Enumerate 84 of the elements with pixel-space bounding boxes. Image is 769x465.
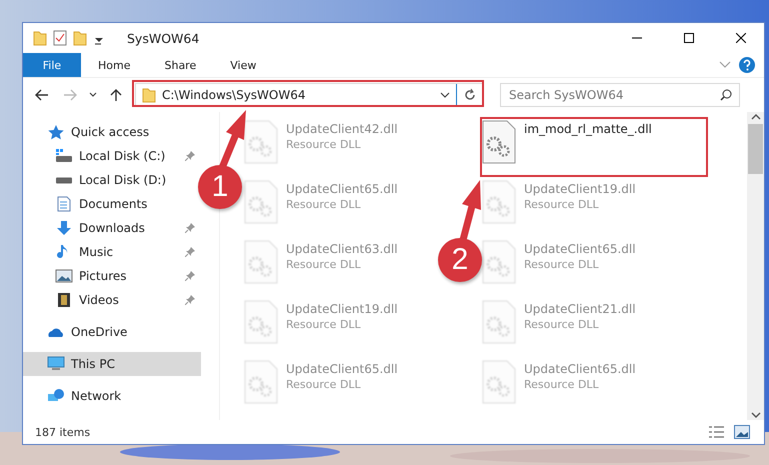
picture-icon <box>55 268 73 284</box>
gear-file-icon <box>482 120 516 164</box>
file-type: Resource DLL <box>286 258 362 271</box>
gear-file-icon <box>244 300 278 344</box>
chevron-icon <box>719 61 731 69</box>
ribbon-tab[interactable]: Home <box>81 53 148 77</box>
nav-item[interactable]: Network <box>23 384 201 408</box>
refresh-icon[interactable] <box>463 88 477 102</box>
nav-item[interactable]: Quick access <box>23 120 201 144</box>
pin-icon[interactable] <box>185 271 195 281</box>
dropdown-icon[interactable] <box>440 92 450 98</box>
nav-item[interactable]: Music <box>23 240 201 264</box>
nav-item[interactable]: Documents <box>23 192 201 216</box>
details-view-icon[interactable] <box>708 425 726 439</box>
window-title: SysWOW64 <box>127 30 200 46</box>
scroll-up-icon[interactable] <box>750 112 760 122</box>
recent-locations-button[interactable] <box>87 92 99 98</box>
gear-file-icon <box>244 240 278 284</box>
file-type: Resource DLL <box>286 138 362 151</box>
nav-label: Quick access <box>71 125 150 139</box>
nav-item[interactable]: Local Disk (D:) <box>23 168 201 192</box>
scrollbar[interactable] <box>747 112 764 420</box>
file-type: Resource DLL <box>524 378 600 391</box>
help-icon <box>739 57 755 73</box>
ribbon-tab[interactable]: View <box>213 53 274 77</box>
pin-icon[interactable] <box>185 295 195 305</box>
file-type: Resource DLL <box>286 318 362 331</box>
file-type: Resource DLL <box>524 318 600 331</box>
pin-icon[interactable] <box>185 223 195 233</box>
scrollbar-thumb[interactable] <box>748 124 763 174</box>
document-icon <box>55 196 73 212</box>
nav-label: Music <box>79 245 114 259</box>
gear-file-icon <box>244 360 278 404</box>
gear-file-icon <box>482 180 516 224</box>
scroll-down-icon[interactable] <box>750 410 760 420</box>
drive-icon <box>55 148 73 164</box>
close-icon <box>736 33 746 43</box>
nav-label: Local Disk (C:) <box>79 149 166 163</box>
search-icon <box>720 89 732 101</box>
address-path: C:\Windows\SysWOW64 <box>162 88 306 102</box>
pin-icon[interactable] <box>185 151 195 161</box>
nav-label: Local Disk (D:) <box>79 173 168 187</box>
file-type: Resource DLL <box>524 258 600 271</box>
folder-icon <box>33 30 47 46</box>
gear-file-icon <box>482 300 516 344</box>
nav-label: Pictures <box>79 269 128 283</box>
nav-label: OneDrive <box>71 325 128 339</box>
gear-file-icon <box>244 120 278 164</box>
film-icon <box>55 292 73 308</box>
nav-label: This PC <box>71 357 116 371</box>
nav-item[interactable]: This PC <box>23 352 201 376</box>
search-field[interactable]: Search SysWOW64 <box>500 83 740 107</box>
file-name[interactable]: im_mod_rl_matte_.dll <box>524 122 652 136</box>
monitor-icon <box>47 356 65 372</box>
nav-label: Videos <box>79 293 120 307</box>
network-icon <box>47 388 65 404</box>
download-icon <box>55 220 73 236</box>
maximize-icon <box>684 33 694 43</box>
properties-icon[interactable] <box>53 30 67 46</box>
nav-item[interactable]: Downloads <box>23 216 201 240</box>
star-icon <box>47 124 65 140</box>
ribbon-tab[interactable]: Share <box>147 53 214 77</box>
gear-file-icon <box>244 180 278 224</box>
item-count: 187 items <box>35 426 92 438</box>
nav-item[interactable]: Local Disk (C:) <box>23 144 201 168</box>
minimize-icon <box>632 37 642 39</box>
nav-label: Downloads <box>79 221 146 235</box>
file-type: Resource DLL <box>286 198 362 211</box>
ribbon-tab[interactable]: File <box>23 53 81 77</box>
pin-icon[interactable] <box>185 247 195 257</box>
nav-label: Documents <box>79 197 148 211</box>
file-type: Resource DLL <box>286 378 362 391</box>
gear-file-icon <box>482 240 516 284</box>
gear-file-icon <box>482 360 516 404</box>
nav-item[interactable]: Videos <box>23 288 201 312</box>
arrow <box>460 180 481 241</box>
nav-label: Network <box>71 389 122 403</box>
drive-icon <box>55 176 73 184</box>
thumbnail-view-icon[interactable] <box>734 425 750 439</box>
new-folder-icon <box>73 30 87 46</box>
nav-item[interactable]: Pictures <box>23 264 201 288</box>
nav-item[interactable]: OneDrive <box>23 320 201 344</box>
file-type: Resource DLL <box>524 198 600 211</box>
folder-icon <box>142 87 156 103</box>
